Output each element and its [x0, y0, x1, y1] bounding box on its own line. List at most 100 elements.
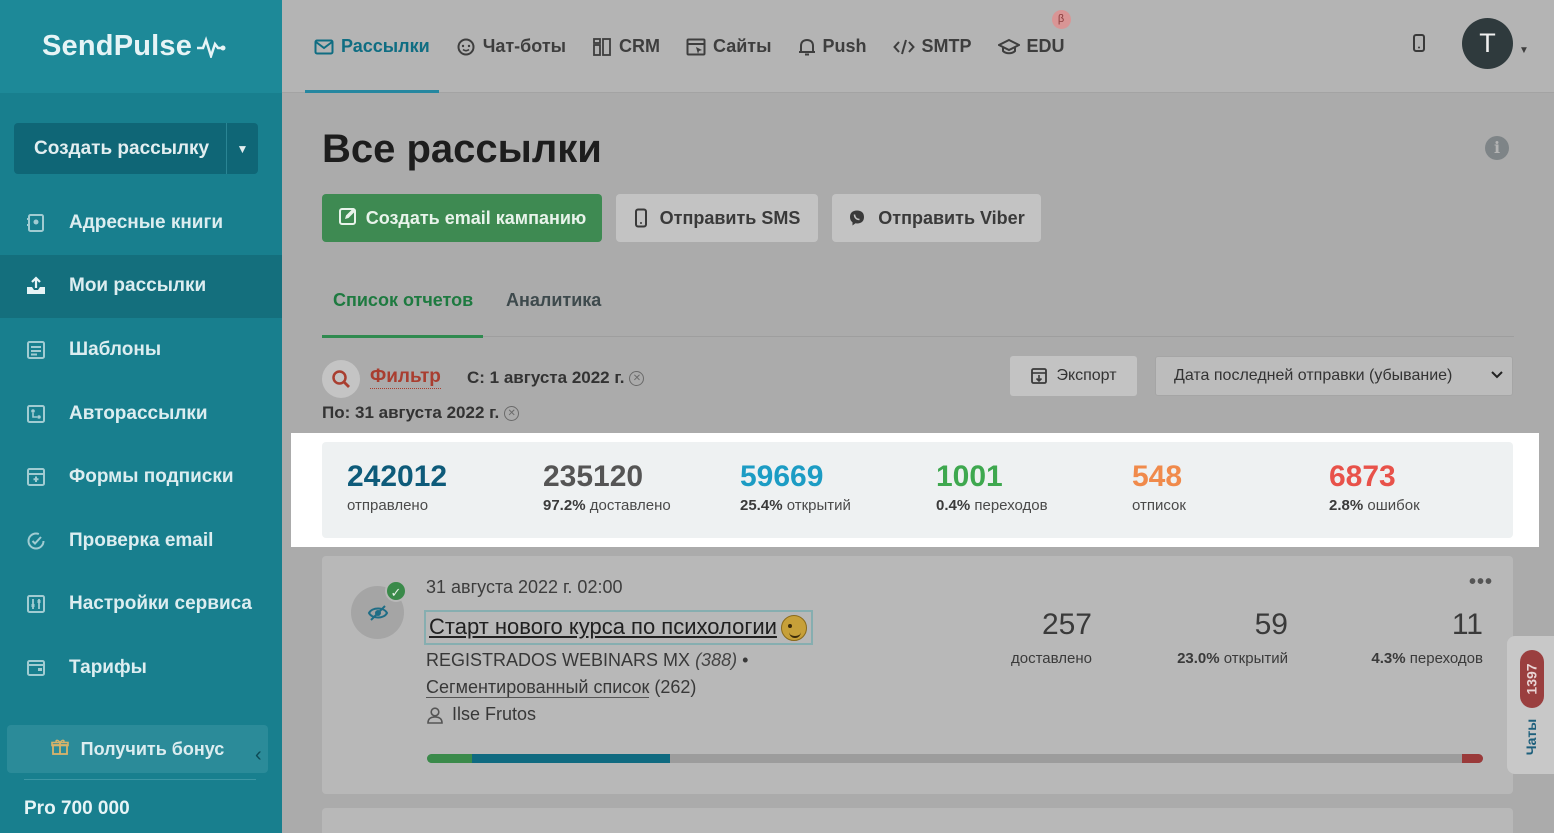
campaign-stat-opened: 59 23.0% открытий: [1158, 608, 1288, 667]
tab-label: Чат-боты: [482, 36, 567, 56]
tab-label: SMTP: [921, 36, 972, 56]
tab-label: Сайты: [713, 36, 772, 56]
stat-value: 59: [1254, 608, 1288, 641]
campaign-card-next: [322, 808, 1513, 833]
tab-edu[interactable]: EDU β: [997, 0, 1071, 93]
stat-value: 235120: [543, 460, 644, 493]
stat-label: 25.4% открытий: [740, 497, 851, 514]
top-nav: Рассылки Чат-боты CRM Сайты Push SMTP ED…: [305, 0, 1091, 93]
tab-push[interactable]: Push: [798, 0, 867, 93]
create-campaign-dropdown-icon[interactable]: ▼: [226, 123, 258, 174]
tab-smtp[interactable]: SMTP: [892, 0, 972, 93]
get-bonus-button[interactable]: Получить бонус: [7, 725, 268, 773]
bell-icon: [798, 37, 816, 57]
campaign-progress-bar: [427, 754, 1483, 763]
filter-from-text: С: 1 августа 2022 г.: [467, 368, 625, 387]
create-email-label: Создать email кампанию: [365, 207, 587, 228]
sidebar-item-automations[interactable]: Авторассылки: [0, 382, 282, 446]
chats-widget[interactable]: 1397 Чаты: [1507, 636, 1554, 774]
remove-filter-icon[interactable]: ✕: [629, 370, 645, 386]
template-icon: [25, 339, 47, 361]
settings-icon: [25, 593, 47, 615]
gift-icon: [50, 738, 69, 761]
logo[interactable]: SendPulse: [0, 0, 282, 93]
progress-segment-delivered: [427, 754, 473, 763]
tab-campaigns[interactable]: Рассылки: [305, 0, 439, 93]
sidebar-item-subscription-forms[interactable]: Формы подписки: [0, 445, 282, 509]
chat-icon: [456, 37, 476, 57]
campaign-stat-delivered: 257 доставлено: [982, 608, 1092, 667]
collapse-sidebar-icon[interactable]: ‹: [255, 744, 262, 767]
report-tabs: Список отчетов Аналитика: [322, 280, 1514, 338]
campaign-title: Старт нового курса по психологии: [429, 614, 777, 639]
stat-value: 59669: [740, 460, 824, 493]
create-email-campaign-button[interactable]: Создать email кампанию: [322, 194, 602, 242]
sidebar-item-email-check[interactable]: Проверка email: [0, 509, 282, 573]
sidebar-item-label: Адресные книги: [69, 211, 224, 233]
progress-segment-opened: [472, 754, 670, 763]
logo-text: SendPulse: [42, 30, 193, 62]
remove-filter-icon[interactable]: ✕: [504, 405, 520, 421]
check-icon: [25, 530, 47, 552]
stat-label: отправлено: [347, 497, 429, 514]
beta-badge: β: [1051, 10, 1071, 29]
stat-clicks: 1001 0.4% переходов: [936, 460, 1048, 514]
send-sms-label: Отправить SMS: [659, 207, 801, 228]
filter-link[interactable]: Фильтр: [370, 366, 441, 389]
form-icon: [25, 466, 47, 488]
campaign-stat-clicks: 11 4.3% переходов: [1352, 608, 1483, 667]
chats-label: Чаты: [1523, 718, 1539, 756]
sidebar: SendPulse Создать рассылку ▼ Адресные кн…: [0, 0, 282, 833]
mobile-icon[interactable]: [1412, 33, 1426, 58]
code-icon: [892, 38, 915, 56]
search-icon[interactable]: [322, 360, 360, 398]
avatar[interactable]: T: [1462, 18, 1513, 69]
tab-chatbots[interactable]: Чат-боты: [456, 0, 566, 93]
tab-analytics[interactable]: Аналитика: [506, 290, 601, 311]
progress-segment-errors: [1461, 754, 1483, 763]
automation-icon: [25, 403, 47, 425]
export-label: Экспорт: [1056, 367, 1117, 384]
tab-sites[interactable]: Сайты: [686, 0, 772, 93]
campaign-title-link[interactable]: Старт нового курса по психологии: [424, 610, 813, 645]
upload-icon: [25, 275, 47, 297]
sidebar-item-templates[interactable]: Шаблоны: [0, 318, 282, 382]
sidebar-item-label: Авторассылки: [69, 402, 208, 424]
sidebar-item-pricing[interactable]: Тарифы: [0, 636, 282, 700]
create-campaign-button[interactable]: Создать рассылку ▼: [14, 123, 258, 174]
sidebar-item-label: Шаблоны: [69, 338, 162, 360]
filter-chip-from: С: 1 августа 2022 г. ✕: [467, 368, 645, 388]
stat-label: 23.0% открытий: [1177, 650, 1288, 667]
sidebar-item-label: Тарифы: [69, 656, 147, 678]
export-button[interactable]: Экспорт: [1010, 356, 1137, 396]
sidebar-item-service-settings[interactable]: Настройки сервиса: [0, 573, 282, 637]
tab-report-list[interactable]: Список отчетов: [333, 290, 473, 311]
send-sms-button[interactable]: Отправить SMS: [616, 194, 818, 242]
stat-value: 1001: [936, 460, 1003, 493]
stat-errors: 6873 2.8% ошибок: [1329, 460, 1420, 514]
stat-value: 548: [1132, 460, 1183, 493]
stat-label: 97.2% доставлено: [543, 497, 671, 514]
sidebar-item-my-campaigns[interactable]: Мои рассылки: [0, 254, 282, 319]
stat-value: 11: [1451, 608, 1483, 641]
stat-value: 6873: [1329, 460, 1396, 493]
active-tab-indicator: [322, 335, 483, 338]
stat-opened: 59669 25.4% открытий: [740, 460, 851, 514]
stat-unsubscribes: 548 отписок: [1132, 460, 1186, 514]
send-viber-button[interactable]: Отправить Viber: [832, 194, 1041, 242]
info-icon[interactable]: i: [1485, 136, 1509, 160]
tab-crm[interactable]: CRM: [592, 0, 660, 93]
phone-icon: [634, 208, 648, 228]
plan-label[interactable]: Pro 700 000: [24, 798, 130, 820]
campaign-author: Ilse Frutos: [426, 704, 536, 725]
divider: [24, 779, 256, 780]
sort-select[interactable]: Дата последней отправки (убывание): [1155, 356, 1513, 396]
sidebar-item-address-books[interactable]: Адресные книги: [0, 191, 282, 255]
stat-value: 257: [1041, 608, 1092, 641]
chevron-down-icon: [1490, 367, 1504, 386]
chevron-down-icon[interactable]: ▼: [1519, 45, 1529, 56]
more-options-icon[interactable]: •••: [1469, 571, 1493, 594]
page-title: Все рассылки: [322, 127, 602, 171]
campaign-segment[interactable]: Сегментированный список (262): [426, 677, 696, 698]
stat-label: доставлено: [1011, 650, 1092, 667]
